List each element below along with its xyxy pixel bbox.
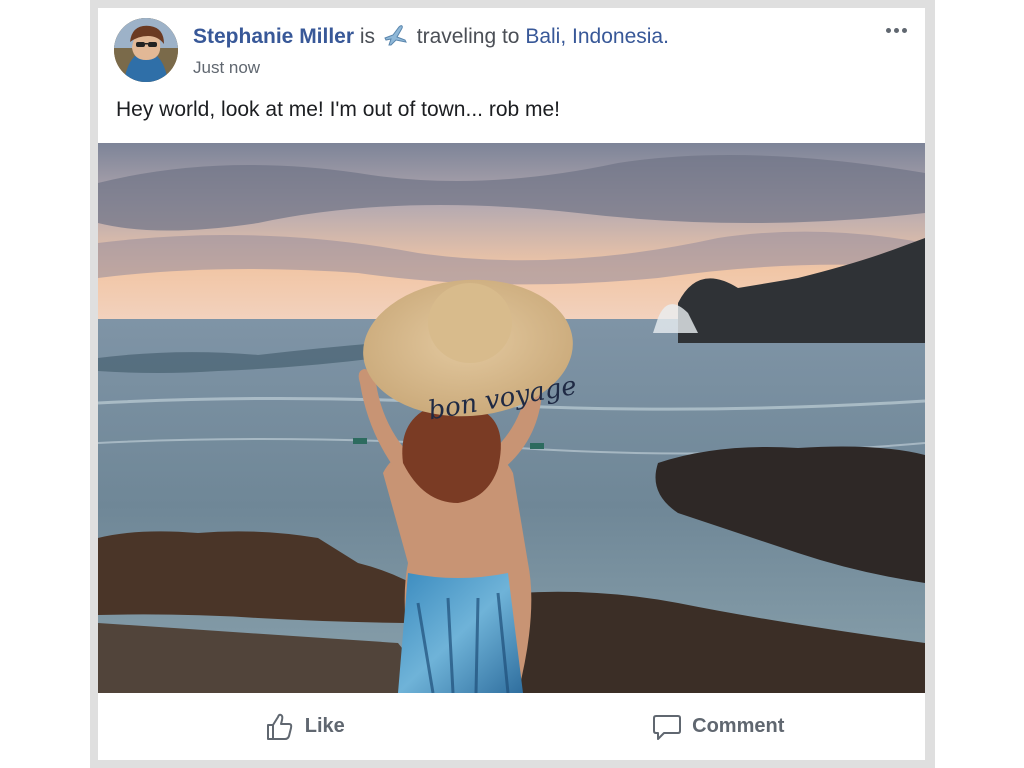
post-header: Stephanie Miller is traveling to Bali, I…	[98, 8, 925, 98]
thumbs-up-icon	[265, 712, 295, 742]
activity-text: traveling to	[416, 25, 520, 48]
location-link[interactable]: Bali, Indonesia.	[525, 25, 669, 48]
post-card: Stephanie Miller is traveling to Bali, I…	[98, 8, 925, 760]
comment-button[interactable]: Comment	[512, 693, 926, 760]
post-frame: Stephanie Miller is traveling to Bali, I…	[90, 0, 935, 768]
post-title-line: Stephanie Miller is traveling to Bali, I…	[193, 24, 669, 52]
post-actions-bar: Like Comment	[98, 693, 925, 760]
like-button[interactable]: Like	[98, 693, 512, 760]
speech-bubble-icon	[652, 712, 682, 742]
more-options-icon[interactable]	[881, 20, 911, 40]
dot	[901, 27, 907, 33]
post-photo[interactable]: bon voyage	[98, 143, 925, 693]
post-text: Hey world, look at me! I'm out of town..…	[116, 98, 561, 121]
author-name[interactable]: Stephanie Miller	[193, 25, 354, 48]
avatar[interactable]	[114, 18, 178, 82]
comment-label: Comment	[692, 715, 785, 737]
like-label: Like	[304, 715, 345, 737]
post-timestamp[interactable]: Just now	[193, 58, 260, 78]
dot	[893, 27, 899, 33]
airplane-icon	[383, 24, 409, 52]
verb-text: is	[359, 25, 376, 48]
dot	[885, 27, 891, 33]
